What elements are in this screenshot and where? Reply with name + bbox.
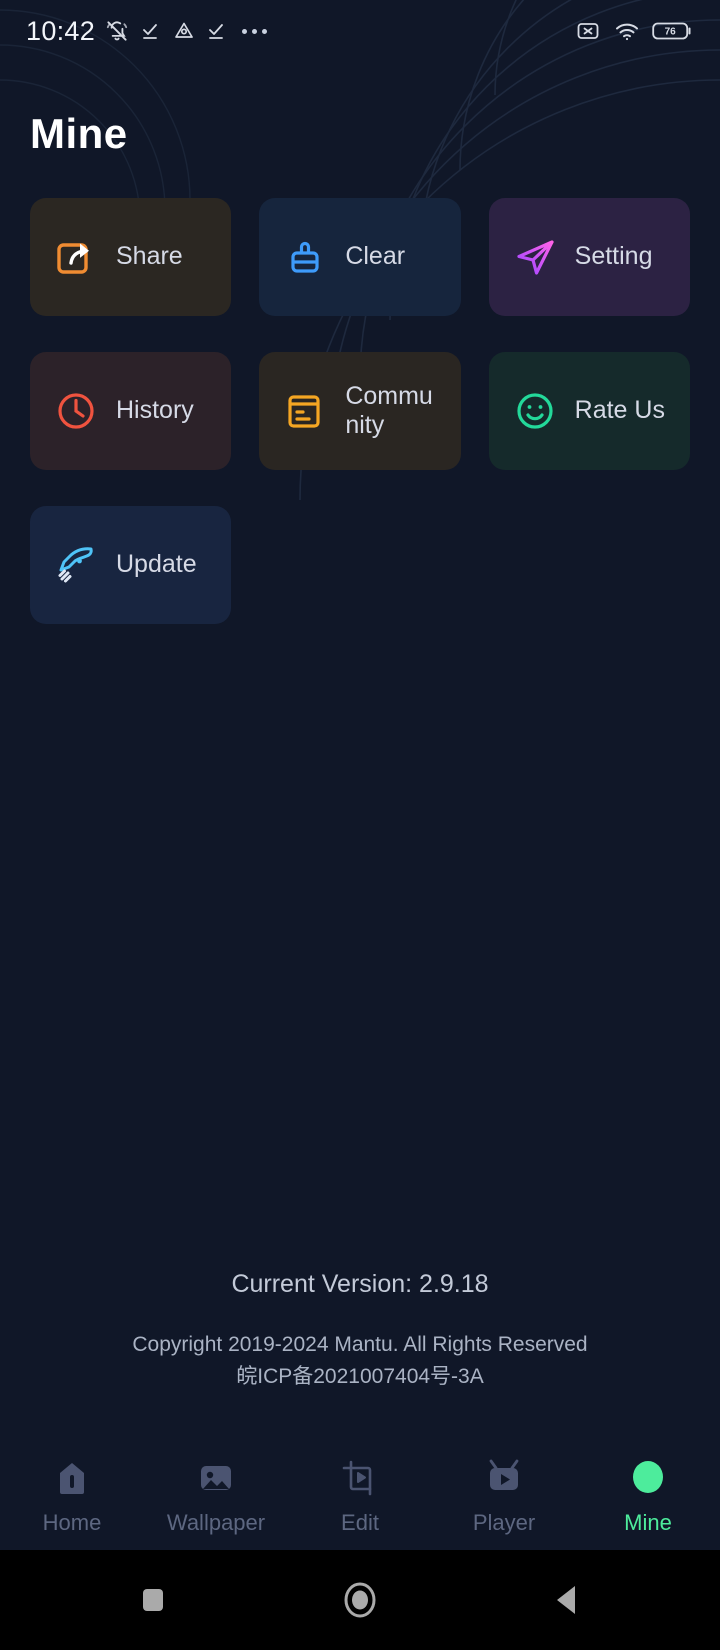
menu-item-label: Community [345,381,433,440]
footer: Current Version: 2.9.18 Copyright 2019-2… [0,1270,720,1392]
tab-label: Mine [624,1509,672,1535]
copyright-text: Copyright 2019-2024 Mantu. All Rights Re… [0,1329,720,1392]
app-root: 10:42 76 Mine Share Clear Setting Histor… [0,0,720,1650]
recents-square-icon[interactable] [136,1583,170,1617]
tv-play-icon [482,1455,526,1501]
menu-item-setting[interactable]: Setting [488,198,690,316]
rocket-icon [50,539,102,591]
check-underline-icon [209,24,223,39]
menu-item-label: Share [116,242,183,271]
copyright-line-2: 皖ICP备2021007404号-3A [236,1364,484,1388]
clock-icon [50,385,102,437]
house-icon [50,1455,94,1501]
menu-item-community[interactable]: Community [259,352,461,470]
tab-home[interactable]: Home [0,1455,144,1536]
tab-edit[interactable]: Edit [288,1455,432,1536]
tab-mine[interactable]: Mine [576,1455,720,1536]
tab-label: Edit [341,1509,379,1535]
status-bar-clock: 10:42 [26,15,96,46]
menu-item-label: Update [116,550,197,579]
status-bar-left: 10:42 [26,15,268,47]
battery-level-text: 76 [665,26,677,37]
menu-item-clear[interactable]: Clear [259,198,461,316]
system-navigation-bar [0,1550,720,1650]
image-icon [194,1455,238,1501]
bell-muted-icon [106,21,128,41]
menu-item-label: Setting [574,242,653,271]
avatar-circle-icon [626,1455,670,1501]
battery-icon: 76 [652,22,691,40]
version-text: Current Version: 2.9.18 [231,1270,489,1298]
status-bar-right: 76 [574,19,694,43]
page-title: Mine [30,110,128,157]
smiley-face-icon [509,385,561,437]
check-underline-icon [143,24,157,39]
bottom-tab-bar: Home Wallpaper Edit Player Mine [0,1440,720,1550]
more-dots-icon [242,28,268,34]
menu-item-share[interactable]: Share [30,198,232,316]
triangle-drop-icon [175,22,193,38]
menu-item-history[interactable]: History [30,352,232,470]
menu-item-label: Clear [345,242,406,271]
paper-plane-icon [509,231,561,283]
menu-item-update[interactable]: Update [30,506,232,624]
menu-item-label: Rate Us [574,396,665,425]
sim-x-icon [577,23,599,39]
tab-player[interactable]: Player [432,1455,576,1536]
menu-item-rate-us[interactable]: Rate Us [488,352,690,470]
tab-label: Player [472,1509,536,1535]
document-list-icon [279,385,331,437]
status-bar: 10:42 76 [0,0,720,62]
crop-play-icon [338,1455,382,1501]
share-arrow-icon [50,231,102,283]
broom-icon [279,231,331,283]
home-circle-icon[interactable] [340,1580,380,1620]
menu-item-label: History [116,396,194,425]
wifi-icon [616,23,638,41]
tab-label: Wallpaper [166,1509,266,1535]
tab-wallpaper[interactable]: Wallpaper [144,1455,288,1536]
copyright-line-1: Copyright 2019-2024 Mantu. All Rights Re… [132,1333,588,1356]
back-triangle-icon[interactable] [550,1581,584,1619]
menu-grid: Share Clear Setting History Community Ra… [30,198,690,624]
tab-label: Home [42,1509,102,1535]
